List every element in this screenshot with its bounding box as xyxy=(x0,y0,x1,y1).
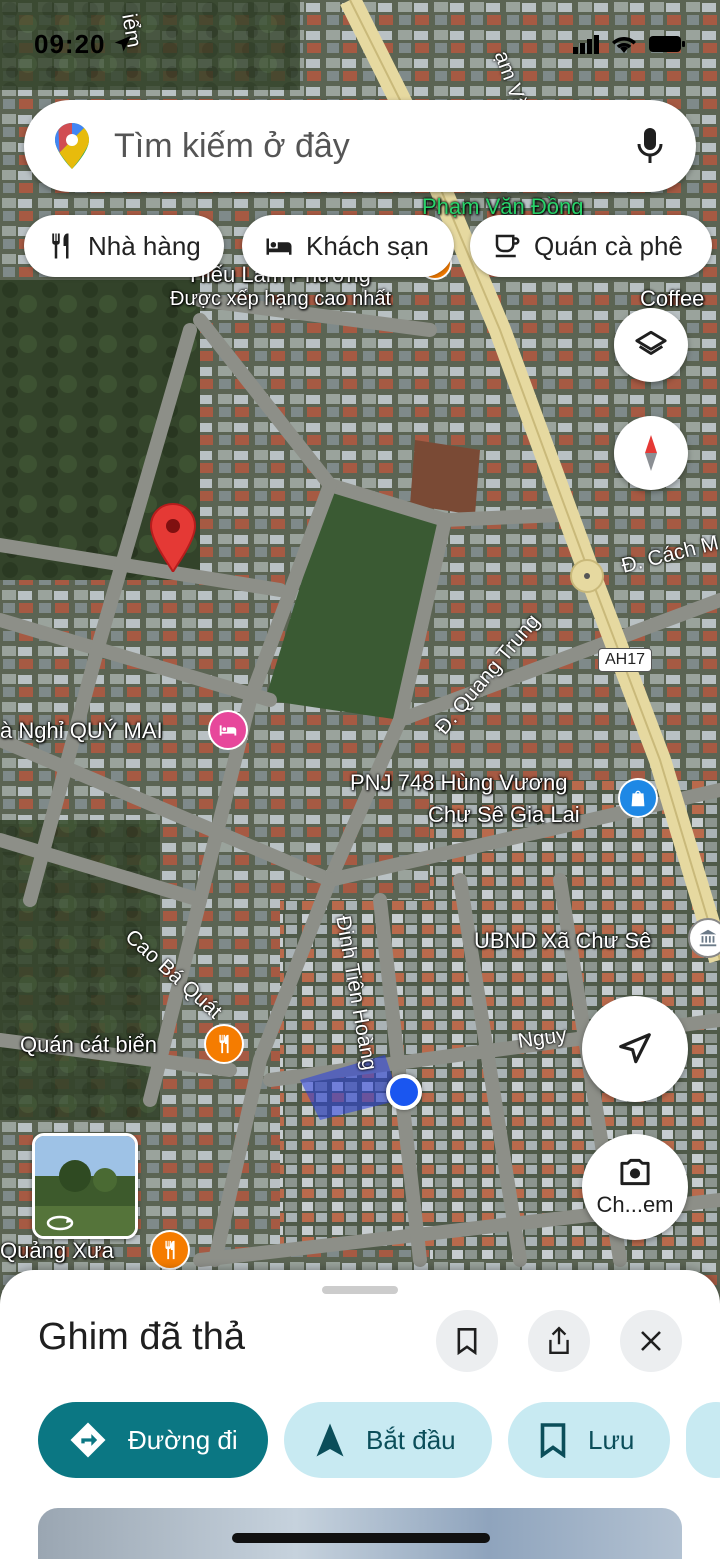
bookmark-icon xyxy=(540,1423,566,1458)
shop-poi-pnj[interactable] xyxy=(618,778,658,818)
fork-knife-icon xyxy=(165,1240,175,1260)
fork-knife-icon xyxy=(52,233,69,259)
chip-label: Nhà hàng xyxy=(88,230,201,261)
camera-lens-icon xyxy=(620,1158,650,1186)
label-ubnd: UBND Xã Chư Sê xyxy=(474,928,652,953)
map-view[interactable]: ạm Văn Đ iểm Phạm Văn Đồng Hiếu Lâm Phươ… xyxy=(0,0,720,1320)
save-button[interactable]: Lưu xyxy=(508,1402,670,1478)
status-time: 09:20 xyxy=(34,28,106,59)
status-bar: 09:20 xyxy=(34,28,686,60)
dropped-pin-icon[interactable] xyxy=(148,502,198,574)
layers-icon xyxy=(635,330,667,355)
layers-button[interactable] xyxy=(614,308,688,382)
sheet-title: Ghim đã thả xyxy=(38,1316,245,1358)
label-pnj-line2: Chư Sê Gia Lai xyxy=(428,802,580,827)
compass-button[interactable] xyxy=(614,416,688,490)
battery-icon xyxy=(649,36,685,52)
label-top-rated: Được xếp hạng cao nhất xyxy=(170,288,392,310)
lens-button-label: Ch...em xyxy=(596,1192,674,1217)
chip-label: Khách sạn xyxy=(306,230,429,261)
directions-button[interactable]: Đường đi xyxy=(38,1402,268,1478)
navigation-arrow-icon xyxy=(316,1423,344,1457)
label-quan-cat-bien: Quán cát biển xyxy=(20,1032,157,1057)
more-actions-button[interactable] xyxy=(686,1402,720,1478)
wifi-icon xyxy=(612,37,636,53)
share-icon xyxy=(549,1326,569,1354)
place-bottom-sheet[interactable]: Ghim đã thả Đường đi Bắt đầu Lưu xyxy=(0,1270,720,1559)
lens-button[interactable]: Ch...em xyxy=(582,1134,688,1240)
navigation-arrow-icon xyxy=(619,1033,651,1064)
home-indicator xyxy=(232,1533,490,1543)
government-building-icon xyxy=(699,929,717,947)
government-poi-ubnd[interactable] xyxy=(688,918,720,958)
compass-icon xyxy=(645,435,657,471)
food-poi-quan-cat-bien[interactable] xyxy=(204,1024,244,1064)
bed-icon xyxy=(266,238,292,255)
chip-restaurants[interactable]: Nhà hàng xyxy=(24,215,224,277)
label-quy-mai: à Nghỉ QUÝ MAI xyxy=(0,718,163,743)
start-button[interactable]: Bắt đầu xyxy=(284,1402,492,1478)
chip-hotels[interactable]: Khách sạn xyxy=(242,215,454,277)
route-shield-ah17: AH17 xyxy=(598,648,653,672)
chip-label: Quán cà phê xyxy=(534,230,683,261)
fork-knife-icon xyxy=(219,1034,229,1054)
location-services-icon xyxy=(114,35,131,52)
shopping-bag-icon xyxy=(631,790,645,807)
coffee-cup-icon xyxy=(495,234,520,258)
chip-coffee[interactable]: Quán cà phê xyxy=(470,215,712,277)
bookmark-icon xyxy=(457,1328,477,1355)
cellular-signal-icon xyxy=(573,35,599,54)
close-button[interactable] xyxy=(620,1310,682,1372)
directions-label: Đường đi xyxy=(128,1424,238,1455)
rotate-360-icon xyxy=(46,1215,74,1231)
food-poi-quang-xua[interactable] xyxy=(150,1230,190,1270)
directions-icon xyxy=(70,1422,106,1458)
share-button[interactable] xyxy=(528,1310,590,1372)
sheet-drag-handle[interactable] xyxy=(322,1286,398,1294)
save-bookmark-button[interactable] xyxy=(436,1310,498,1372)
hotel-poi[interactable] xyxy=(208,710,248,750)
search-placeholder: Tìm kiếm ở đây xyxy=(114,126,350,165)
save-label: Lưu xyxy=(588,1424,635,1455)
label-quang-xua: Quảng Xưa xyxy=(0,1238,114,1263)
bed-icon xyxy=(219,725,237,736)
microphone-icon[interactable] xyxy=(636,126,664,166)
label-pnj-line1: PNJ 748 Hùng Vương xyxy=(350,770,568,795)
close-icon xyxy=(641,1331,661,1351)
my-location-button[interactable] xyxy=(582,996,688,1102)
start-label: Bắt đầu xyxy=(366,1424,456,1455)
google-maps-logo-icon xyxy=(55,123,89,169)
search-bar[interactable]: Tìm kiếm ở đây xyxy=(24,100,696,192)
street-view-thumbnail[interactable] xyxy=(32,1133,138,1239)
my-location-dot xyxy=(386,1074,422,1110)
